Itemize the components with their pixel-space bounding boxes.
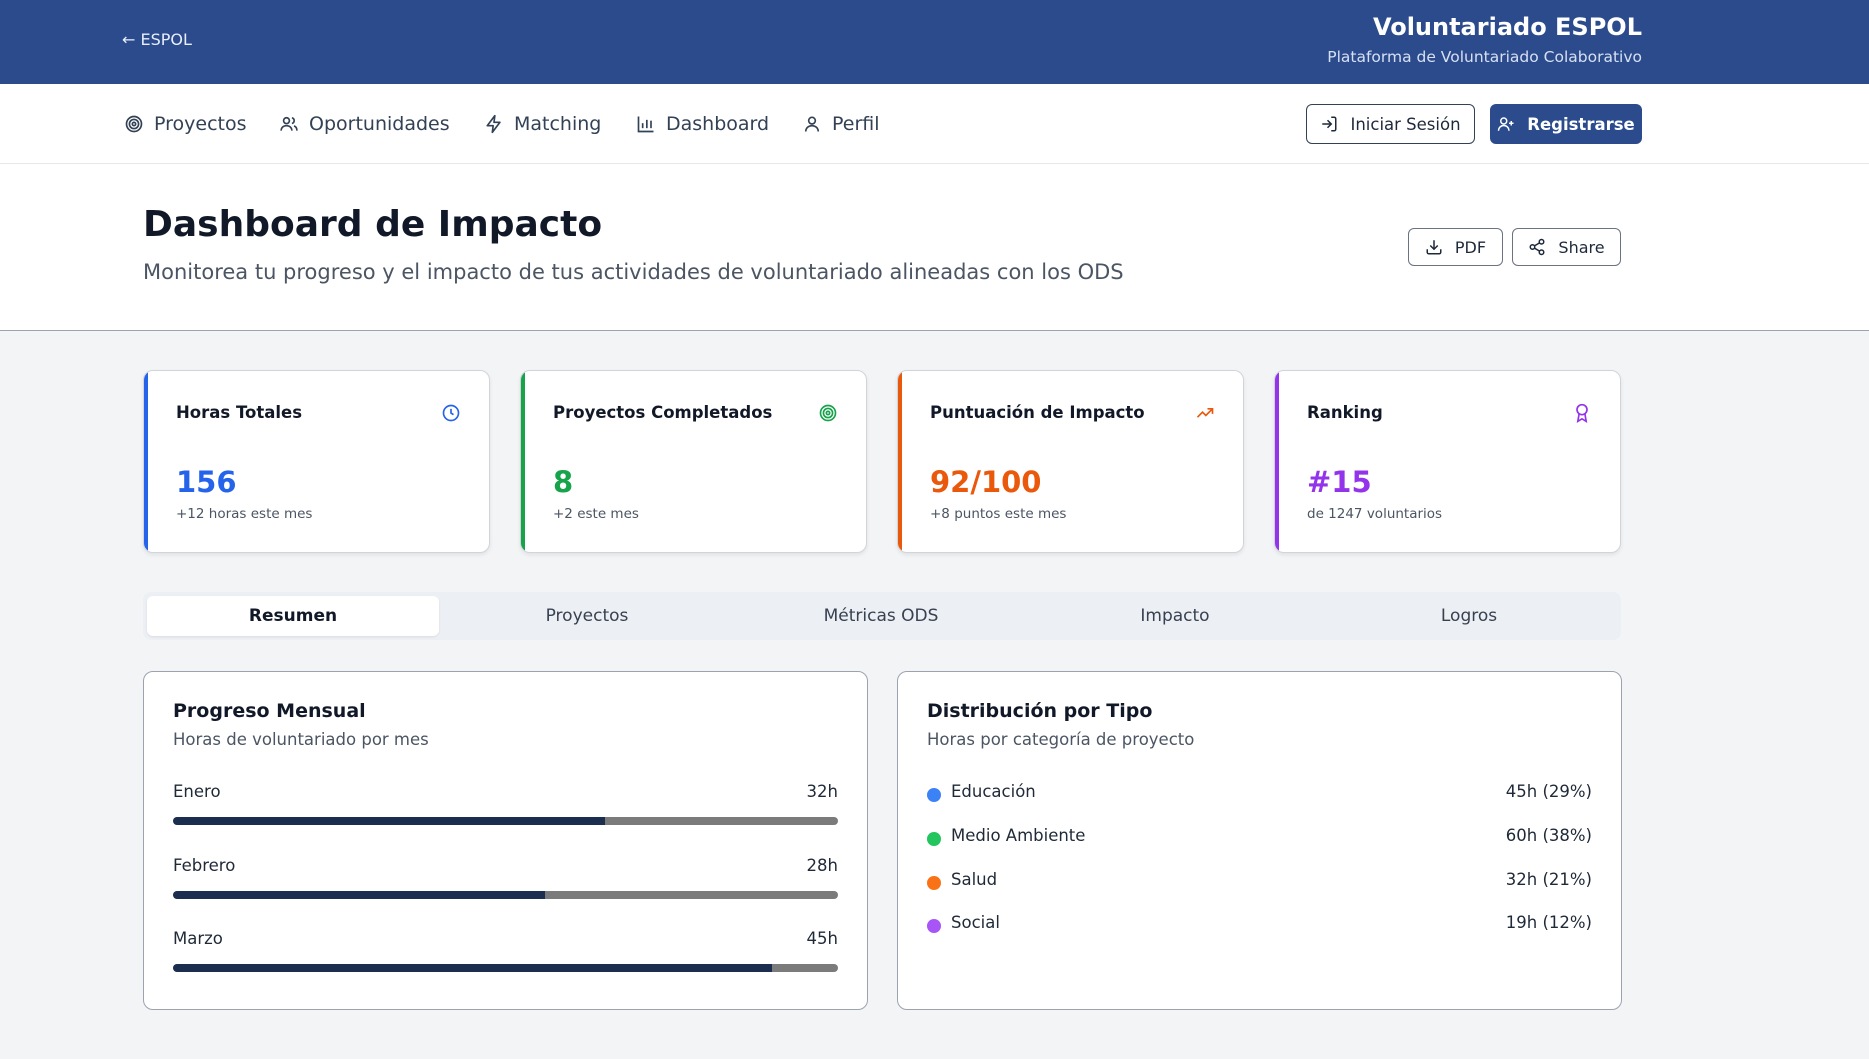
month-hours: 28h xyxy=(806,856,838,875)
stat-label: Proyectos Completados xyxy=(553,403,773,422)
progress-fill xyxy=(173,817,606,825)
progress-fill xyxy=(173,891,546,899)
month-name: Febrero xyxy=(173,856,236,875)
progress-bar xyxy=(173,891,838,899)
panel-subtitle: Horas de voluntariado por mes xyxy=(173,730,429,749)
back-link[interactable]: ← ESPOL xyxy=(122,30,192,49)
distribution-panel: Distribución por Tipo Horas por categorí… xyxy=(897,671,1622,1010)
user-plus-icon xyxy=(1498,117,1514,131)
category-dot xyxy=(927,832,941,846)
stat-value: 8 xyxy=(553,465,574,499)
month-name: Marzo xyxy=(173,929,223,948)
target-icon xyxy=(819,404,837,422)
category-name: Social xyxy=(951,913,1000,932)
users-icon xyxy=(280,116,298,131)
clock-icon xyxy=(442,404,460,422)
category-value: 32h (21%) xyxy=(1505,870,1592,889)
pdf-label: PDF xyxy=(1454,237,1487,257)
log-in-icon xyxy=(1322,116,1337,132)
tab-metricas-ods[interactable]: Métricas ODS xyxy=(735,596,1027,636)
progress-bar xyxy=(173,964,838,972)
nav-item-label: Matching xyxy=(514,113,602,135)
stat-value: #15 xyxy=(1307,465,1372,499)
stat-card-horas: Horas Totales 156 +12 horas este mes xyxy=(143,370,490,553)
tab-proyectos[interactable]: Proyectos xyxy=(441,596,733,636)
category-dot xyxy=(927,788,941,802)
tab-resumen[interactable]: Resumen xyxy=(147,596,439,636)
stat-card-puntuacion: Puntuación de Impacto 92/100 +8 puntos e… xyxy=(897,370,1244,553)
category-value: 60h (38%) xyxy=(1505,826,1592,845)
stat-label: Horas Totales xyxy=(176,403,303,422)
pdf-button[interactable]: PDF xyxy=(1408,228,1503,266)
monthly-progress-panel: Progreso Mensual Horas de voluntariado p… xyxy=(143,671,868,1010)
category-dot xyxy=(927,919,941,933)
distribution-row: Medio Ambiente 60h (38%) xyxy=(927,826,1592,850)
stat-value: 92/100 xyxy=(930,465,1042,499)
stat-label: Ranking xyxy=(1307,403,1383,422)
nav-item-oportunidades[interactable]: Oportunidades xyxy=(279,84,450,164)
register-label: Registrarse xyxy=(1527,114,1635,134)
panel-title: Progreso Mensual xyxy=(173,700,366,722)
target-icon xyxy=(125,115,143,133)
page-subtitle: Monitorea tu progreso y el impacto de tu… xyxy=(143,260,1124,284)
nav-item-perfil[interactable]: Perfil xyxy=(802,84,880,164)
login-label: Iniciar Sesión xyxy=(1350,114,1461,134)
login-button[interactable]: Iniciar Sesión xyxy=(1306,104,1475,144)
category-name: Salud xyxy=(951,870,998,889)
month-hours: 45h xyxy=(806,929,838,948)
download-icon xyxy=(1426,240,1442,255)
lightning-icon xyxy=(486,114,501,134)
progress-fill xyxy=(173,964,772,972)
bar-chart-icon xyxy=(637,116,654,133)
page-header: Dashboard de Impacto Monitorea tu progre… xyxy=(0,164,1869,331)
stat-label: Puntuación de Impacto xyxy=(930,403,1145,422)
category-name: Educación xyxy=(951,782,1036,801)
stat-note: +8 puntos este mes xyxy=(930,506,1067,522)
nav-item-label: Proyectos xyxy=(154,113,247,135)
card-accent xyxy=(898,371,902,552)
register-button[interactable]: Registrarse xyxy=(1490,104,1642,144)
distribution-row: Salud 32h (21%) xyxy=(927,870,1592,894)
trending-up-icon xyxy=(1196,408,1214,418)
panel-title: Distribución por Tipo xyxy=(927,700,1153,722)
nav-item-matching[interactable]: Matching xyxy=(484,84,601,164)
nav-item-label: Oportunidades xyxy=(309,113,450,135)
stat-value: 156 xyxy=(176,465,237,499)
month-hours: 32h xyxy=(806,782,838,801)
card-accent xyxy=(1275,371,1279,552)
share-icon xyxy=(1529,238,1545,256)
category-value: 45h (29%) xyxy=(1505,782,1592,801)
award-icon xyxy=(1576,403,1588,423)
nav-item-label: Perfil xyxy=(832,113,880,135)
month-name: Enero xyxy=(173,782,221,801)
share-button[interactable]: Share xyxy=(1512,228,1621,266)
category-name: Medio Ambiente xyxy=(951,826,1086,845)
stat-note: +12 horas este mes xyxy=(176,506,313,522)
tab-bar: Resumen Proyectos Métricas ODS Impacto L… xyxy=(143,592,1621,640)
stat-card-ranking: Ranking #15 de 1247 voluntarios xyxy=(1274,370,1621,553)
stat-card-proyectos: Proyectos Completados 8 +2 este mes xyxy=(520,370,867,553)
card-accent xyxy=(521,371,525,552)
stat-note: +2 este mes xyxy=(553,506,639,522)
nav-item-label: Dashboard xyxy=(666,113,770,135)
brand-subtitle: Plataforma de Voluntariado Colaborativo xyxy=(1327,48,1642,66)
page-title: Dashboard de Impacto xyxy=(143,204,603,245)
card-accent xyxy=(144,371,148,552)
distribution-row: Educación 45h (29%) xyxy=(927,782,1592,806)
stat-note: de 1247 voluntarios xyxy=(1307,506,1443,522)
progress-bar xyxy=(173,817,838,825)
nav-item-dashboard[interactable]: Dashboard xyxy=(636,84,769,164)
panel-subtitle: Horas por categoría de proyecto xyxy=(927,730,1195,749)
distribution-row: Social 19h (12%) xyxy=(927,913,1592,937)
category-dot xyxy=(927,876,941,890)
nav-bar: Proyectos Oportunidades Matching Dashboa… xyxy=(0,84,1869,164)
share-label: Share xyxy=(1558,237,1605,257)
tab-logros[interactable]: Logros xyxy=(1323,596,1615,636)
tab-impacto[interactable]: Impacto xyxy=(1029,596,1321,636)
top-bar: ← ESPOL Voluntariado ESPOL Plataforma de… xyxy=(0,0,1869,84)
user-icon xyxy=(804,116,820,132)
nav-item-proyectos[interactable]: Proyectos xyxy=(124,84,247,164)
category-value: 19h (12%) xyxy=(1505,913,1592,932)
brand-title: Voluntariado ESPOL xyxy=(1372,13,1642,41)
